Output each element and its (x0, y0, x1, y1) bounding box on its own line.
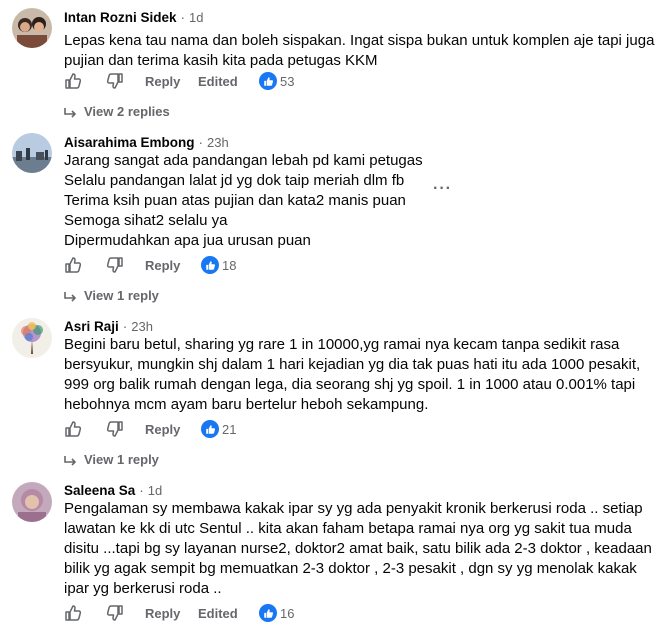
like-reaction-icon[interactable] (259, 604, 277, 622)
comment-line: 999 org balik rumah dengan lega, dia seo… (64, 376, 636, 393)
view-replies-link[interactable]: View 2 replies (64, 104, 170, 119)
comment-line: bilik yg agak sempit bg memuatkan 2-3 do… (64, 560, 637, 577)
dislike-button[interactable] (106, 256, 124, 277)
reply-arrow-icon (64, 455, 76, 466)
comment-line: pujian dan terima kasih kita pada petuga… (64, 52, 378, 69)
comment-line: hebohnya mcm ayam baru bertelur heboh se… (64, 396, 429, 413)
reaction-count[interactable]: 16 (280, 606, 294, 621)
like-reaction-icon[interactable] (201, 420, 219, 438)
separator-dot: · (139, 483, 144, 498)
view-replies-label: View 2 replies (84, 104, 170, 119)
view-replies-link[interactable]: View 1 reply (64, 288, 159, 303)
reply-button[interactable]: Reply (145, 422, 180, 437)
timestamp[interactable]: 23h (207, 135, 229, 150)
thumbs-up-icon (65, 421, 82, 437)
comment-line: Terima ksih puan atas pujian dan kata2 m… (64, 192, 406, 209)
separator-dot: · (198, 135, 204, 150)
timestamp[interactable]: 23h (131, 319, 153, 334)
reply-button[interactable]: Reply (145, 606, 180, 621)
timestamp[interactable]: 1d (189, 10, 203, 25)
dislike-button[interactable] (106, 420, 124, 441)
reaction-count[interactable]: 53 (280, 74, 294, 89)
reply-button[interactable]: Reply (145, 74, 180, 89)
comment-line: Pengalaman sy membawa kakak ipar sy yg a… (64, 500, 643, 517)
author-name[interactable]: Saleena Sa (64, 483, 135, 498)
edited-label[interactable]: Edited (198, 606, 238, 621)
author-name[interactable]: Aisarahima Embong (64, 135, 195, 150)
thumbs-down-icon (106, 73, 123, 89)
thumbs-up-icon (65, 73, 82, 89)
more-options-button[interactable]: ··· (433, 180, 452, 198)
view-replies-label: View 1 reply (84, 288, 159, 303)
timestamp[interactable]: 1d (148, 483, 162, 498)
comment-line: Begini baru betul, sharing yg rare 1 in … (64, 336, 620, 353)
dislike-button[interactable] (106, 72, 124, 93)
comment-line: lawatan ke kk di utc Sentul .. kita akan… (64, 520, 632, 537)
like-button[interactable] (64, 604, 82, 625)
comment-line: Semoga sihat2 selalu ya (64, 212, 228, 229)
reply-button[interactable]: Reply (145, 258, 180, 273)
author-name[interactable]: Intan Rozni Sidek (64, 10, 177, 25)
comment-line: bersyukur, mungkin shj dalam 1 hari keja… (64, 356, 641, 373)
comment-text: Begini baru betul, sharing yg rare 1 in … (64, 335, 654, 415)
like-reaction-icon[interactable] (259, 72, 277, 90)
thumbs-down-icon (106, 421, 123, 437)
like-button[interactable] (64, 72, 82, 93)
reaction-count[interactable]: 18 (222, 258, 236, 273)
comment-line: ipar yg berkerusi roda .. (64, 580, 222, 597)
thumbs-up-icon (65, 605, 82, 621)
avatar[interactable] (12, 8, 52, 48)
view-replies-label: View 1 reply (84, 452, 159, 467)
dislike-button[interactable] (106, 604, 124, 625)
like-reaction-icon[interactable] (201, 256, 219, 274)
view-replies-link[interactable]: View 1 reply (64, 452, 159, 467)
edited-label[interactable]: Edited (198, 74, 238, 89)
separator-dot: · (180, 10, 186, 25)
reaction-count[interactable]: 21 (222, 422, 236, 437)
comment-line: disitu ...tapi bg sy layanan nurse2, dok… (64, 540, 652, 557)
like-button[interactable] (64, 256, 82, 277)
author-name[interactable]: Asri Raji (64, 319, 119, 334)
comment-text: Pengalaman sy membawa kakak ipar sy yg a… (64, 499, 654, 599)
thumbs-down-icon (106, 257, 123, 273)
like-button[interactable] (64, 420, 82, 441)
thumbs-down-icon (106, 605, 123, 621)
comment-line: Selalu pandangan lalat jd yg dok taip me… (64, 172, 405, 189)
comment-line: Jarang sangat ada pandangan lebah pd kam… (64, 152, 423, 169)
reply-arrow-icon (64, 291, 76, 302)
avatar[interactable] (12, 318, 52, 358)
comment-text: Lepas kena tau nama dan boleh sispakan. … (64, 31, 654, 71)
avatar[interactable] (12, 482, 52, 522)
comment-header: Intan Rozni Sidek · 1d (64, 10, 203, 28)
avatar[interactable] (12, 133, 52, 173)
thumbs-up-icon (65, 257, 82, 273)
comment-text: Jarang sangat ada pandangan lebah pd kam… (64, 151, 654, 251)
comment-line: Lepas kena tau nama dan boleh sispakan. … (64, 32, 655, 49)
comment-line: Dipermudahkan apa jua urusan puan (64, 232, 311, 249)
separator-dot: · (122, 319, 128, 334)
reply-arrow-icon (64, 107, 76, 118)
